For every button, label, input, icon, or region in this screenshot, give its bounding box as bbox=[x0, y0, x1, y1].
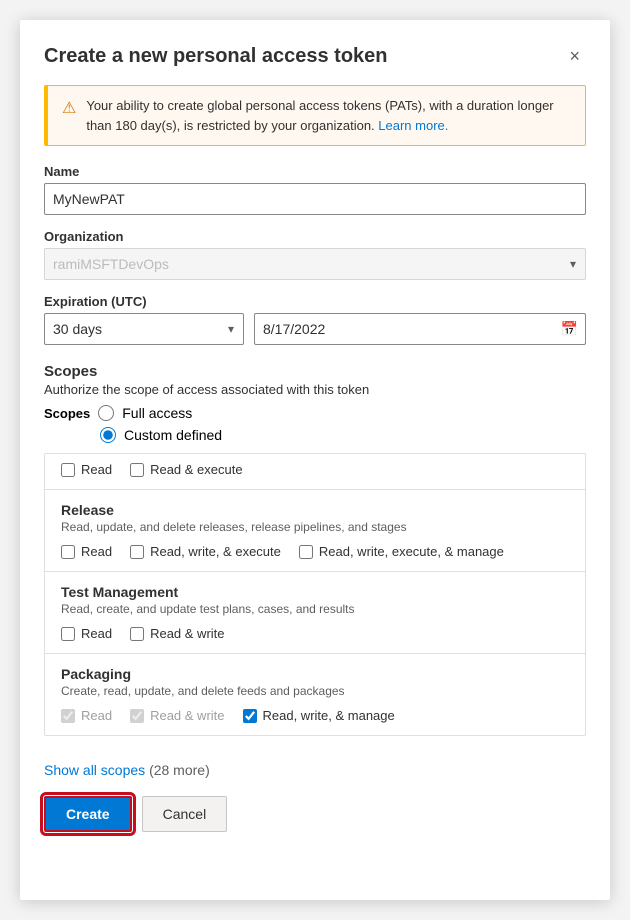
release-option-rwe: Read, write, & execute bbox=[130, 544, 281, 559]
org-select[interactable]: ramiMSFTDevOps bbox=[44, 248, 586, 280]
packaging-section-name: Packaging bbox=[61, 666, 569, 682]
release-option-rwem: Read, write, execute, & manage bbox=[299, 544, 504, 559]
partial-top-section: Read Read & execute bbox=[45, 454, 585, 490]
org-select-wrapper: ramiMSFTDevOps ▾ bbox=[44, 248, 586, 280]
packaging-options: Read Read & write Read, write, & manage bbox=[61, 708, 569, 723]
checkbox-release-read[interactable] bbox=[61, 545, 75, 559]
scope-section-packaging: Packaging Create, read, update, and dele… bbox=[45, 654, 585, 735]
expiration-label: Expiration (UTC) bbox=[44, 294, 586, 309]
checkbox-packaging-rwm[interactable] bbox=[243, 709, 257, 723]
release-section-desc: Read, update, and delete releases, relea… bbox=[61, 520, 569, 534]
packaging-option-rw: Read & write bbox=[130, 708, 224, 723]
show-all-count: (28 more) bbox=[149, 762, 210, 778]
expiration-date-wrapper: 📅 bbox=[254, 313, 586, 345]
scopes-container: Read Read & execute Release Read, update… bbox=[44, 453, 586, 736]
checkbox-read-execute-partial[interactable] bbox=[130, 463, 144, 477]
name-field-label: Name bbox=[44, 164, 586, 179]
test-rw-label: Read & write bbox=[150, 626, 224, 641]
test-options: Read Read & write bbox=[61, 626, 569, 641]
scopes-radio-group: Scopes Full access Custom defined bbox=[44, 405, 586, 443]
create-button[interactable]: Create bbox=[44, 796, 132, 832]
checkbox-packaging-rw bbox=[130, 709, 144, 723]
show-all-link[interactable]: Show all scopes bbox=[44, 762, 145, 778]
radio-custom-defined-label: Custom defined bbox=[124, 427, 222, 443]
dialog-header: Create a new personal access token × bbox=[44, 44, 586, 69]
scopes-title: Scopes bbox=[44, 363, 586, 380]
expiration-row: 30 days 7 days 14 days 90 days 180 days … bbox=[44, 313, 586, 345]
scope-section-release: Release Read, update, and delete release… bbox=[45, 490, 585, 572]
checkbox-test-read[interactable] bbox=[61, 627, 75, 641]
packaging-rw-label: Read & write bbox=[150, 708, 224, 723]
expiration-select[interactable]: 30 days 7 days 14 days 90 days 180 days … bbox=[44, 313, 244, 345]
checkbox-packaging-read bbox=[61, 709, 75, 723]
cancel-button[interactable]: Cancel bbox=[142, 796, 228, 832]
expiration-select-wrapper: 30 days 7 days 14 days 90 days 180 days … bbox=[44, 313, 244, 345]
scopes-label: Scopes bbox=[44, 406, 90, 421]
scope-option-label: Read bbox=[81, 462, 112, 477]
packaging-rwm-label: Read, write, & manage bbox=[263, 708, 395, 723]
checkbox-release-rwe[interactable] bbox=[130, 545, 144, 559]
scope-section-test-management: Test Management Read, create, and update… bbox=[45, 572, 585, 654]
radio-full-access[interactable] bbox=[98, 405, 114, 421]
scope-option-read-execute-partial: Read & execute bbox=[130, 462, 243, 477]
release-rwem-label: Read, write, execute, & manage bbox=[319, 544, 504, 559]
packaging-section-desc: Create, read, update, and delete feeds a… bbox=[61, 684, 569, 698]
radio-custom-defined[interactable] bbox=[100, 427, 116, 443]
warning-banner: ⚠ Your ability to create global personal… bbox=[44, 85, 586, 146]
scopes-scroll[interactable]: Read Read & execute Release Read, update… bbox=[45, 454, 585, 735]
actions-row: Create Cancel bbox=[44, 796, 586, 832]
test-read-label: Read bbox=[81, 626, 112, 641]
test-section-desc: Read, create, and update test plans, cas… bbox=[61, 602, 569, 616]
scopes-description: Authorize the scope of access associated… bbox=[44, 382, 586, 397]
test-section-name: Test Management bbox=[61, 584, 569, 600]
release-rwe-label: Read, write, & execute bbox=[150, 544, 281, 559]
packaging-option-rwm: Read, write, & manage bbox=[243, 708, 395, 723]
show-all-row: Show all scopes (28 more) bbox=[44, 748, 586, 778]
packaging-read-label: Read bbox=[81, 708, 112, 723]
close-button[interactable]: × bbox=[563, 44, 586, 69]
warning-icon: ⚠ bbox=[62, 97, 76, 121]
partial-options-row: Read Read & execute bbox=[61, 462, 569, 477]
checkbox-read-partial[interactable] bbox=[61, 463, 75, 477]
scope-option-label: Read & execute bbox=[150, 462, 243, 477]
warning-text: Your ability to create global personal a… bbox=[86, 96, 571, 135]
create-pat-dialog: Create a new personal access token × ⚠ Y… bbox=[20, 20, 610, 900]
scopes-section: Scopes Authorize the scope of access ass… bbox=[44, 363, 586, 736]
release-read-label: Read bbox=[81, 544, 112, 559]
checkbox-release-rwem[interactable] bbox=[299, 545, 313, 559]
release-option-read: Read bbox=[61, 544, 112, 559]
radio-full-access-label: Full access bbox=[122, 405, 192, 421]
checkbox-test-rw[interactable] bbox=[130, 627, 144, 641]
expiration-date-input[interactable] bbox=[254, 313, 586, 345]
scope-option-read-partial: Read bbox=[61, 462, 112, 477]
radio-row-custom: Custom defined bbox=[100, 427, 586, 443]
learn-more-link[interactable]: Learn more. bbox=[378, 118, 448, 133]
dialog-title: Create a new personal access token bbox=[44, 45, 388, 68]
org-field-label: Organization bbox=[44, 229, 586, 244]
name-input[interactable] bbox=[44, 183, 586, 215]
release-options: Read Read, write, & execute Read, write,… bbox=[61, 544, 569, 559]
release-section-name: Release bbox=[61, 502, 569, 518]
packaging-option-read: Read bbox=[61, 708, 112, 723]
test-option-rw: Read & write bbox=[130, 626, 224, 641]
radio-row-full: Scopes Full access bbox=[44, 405, 586, 421]
test-option-read: Read bbox=[61, 626, 112, 641]
